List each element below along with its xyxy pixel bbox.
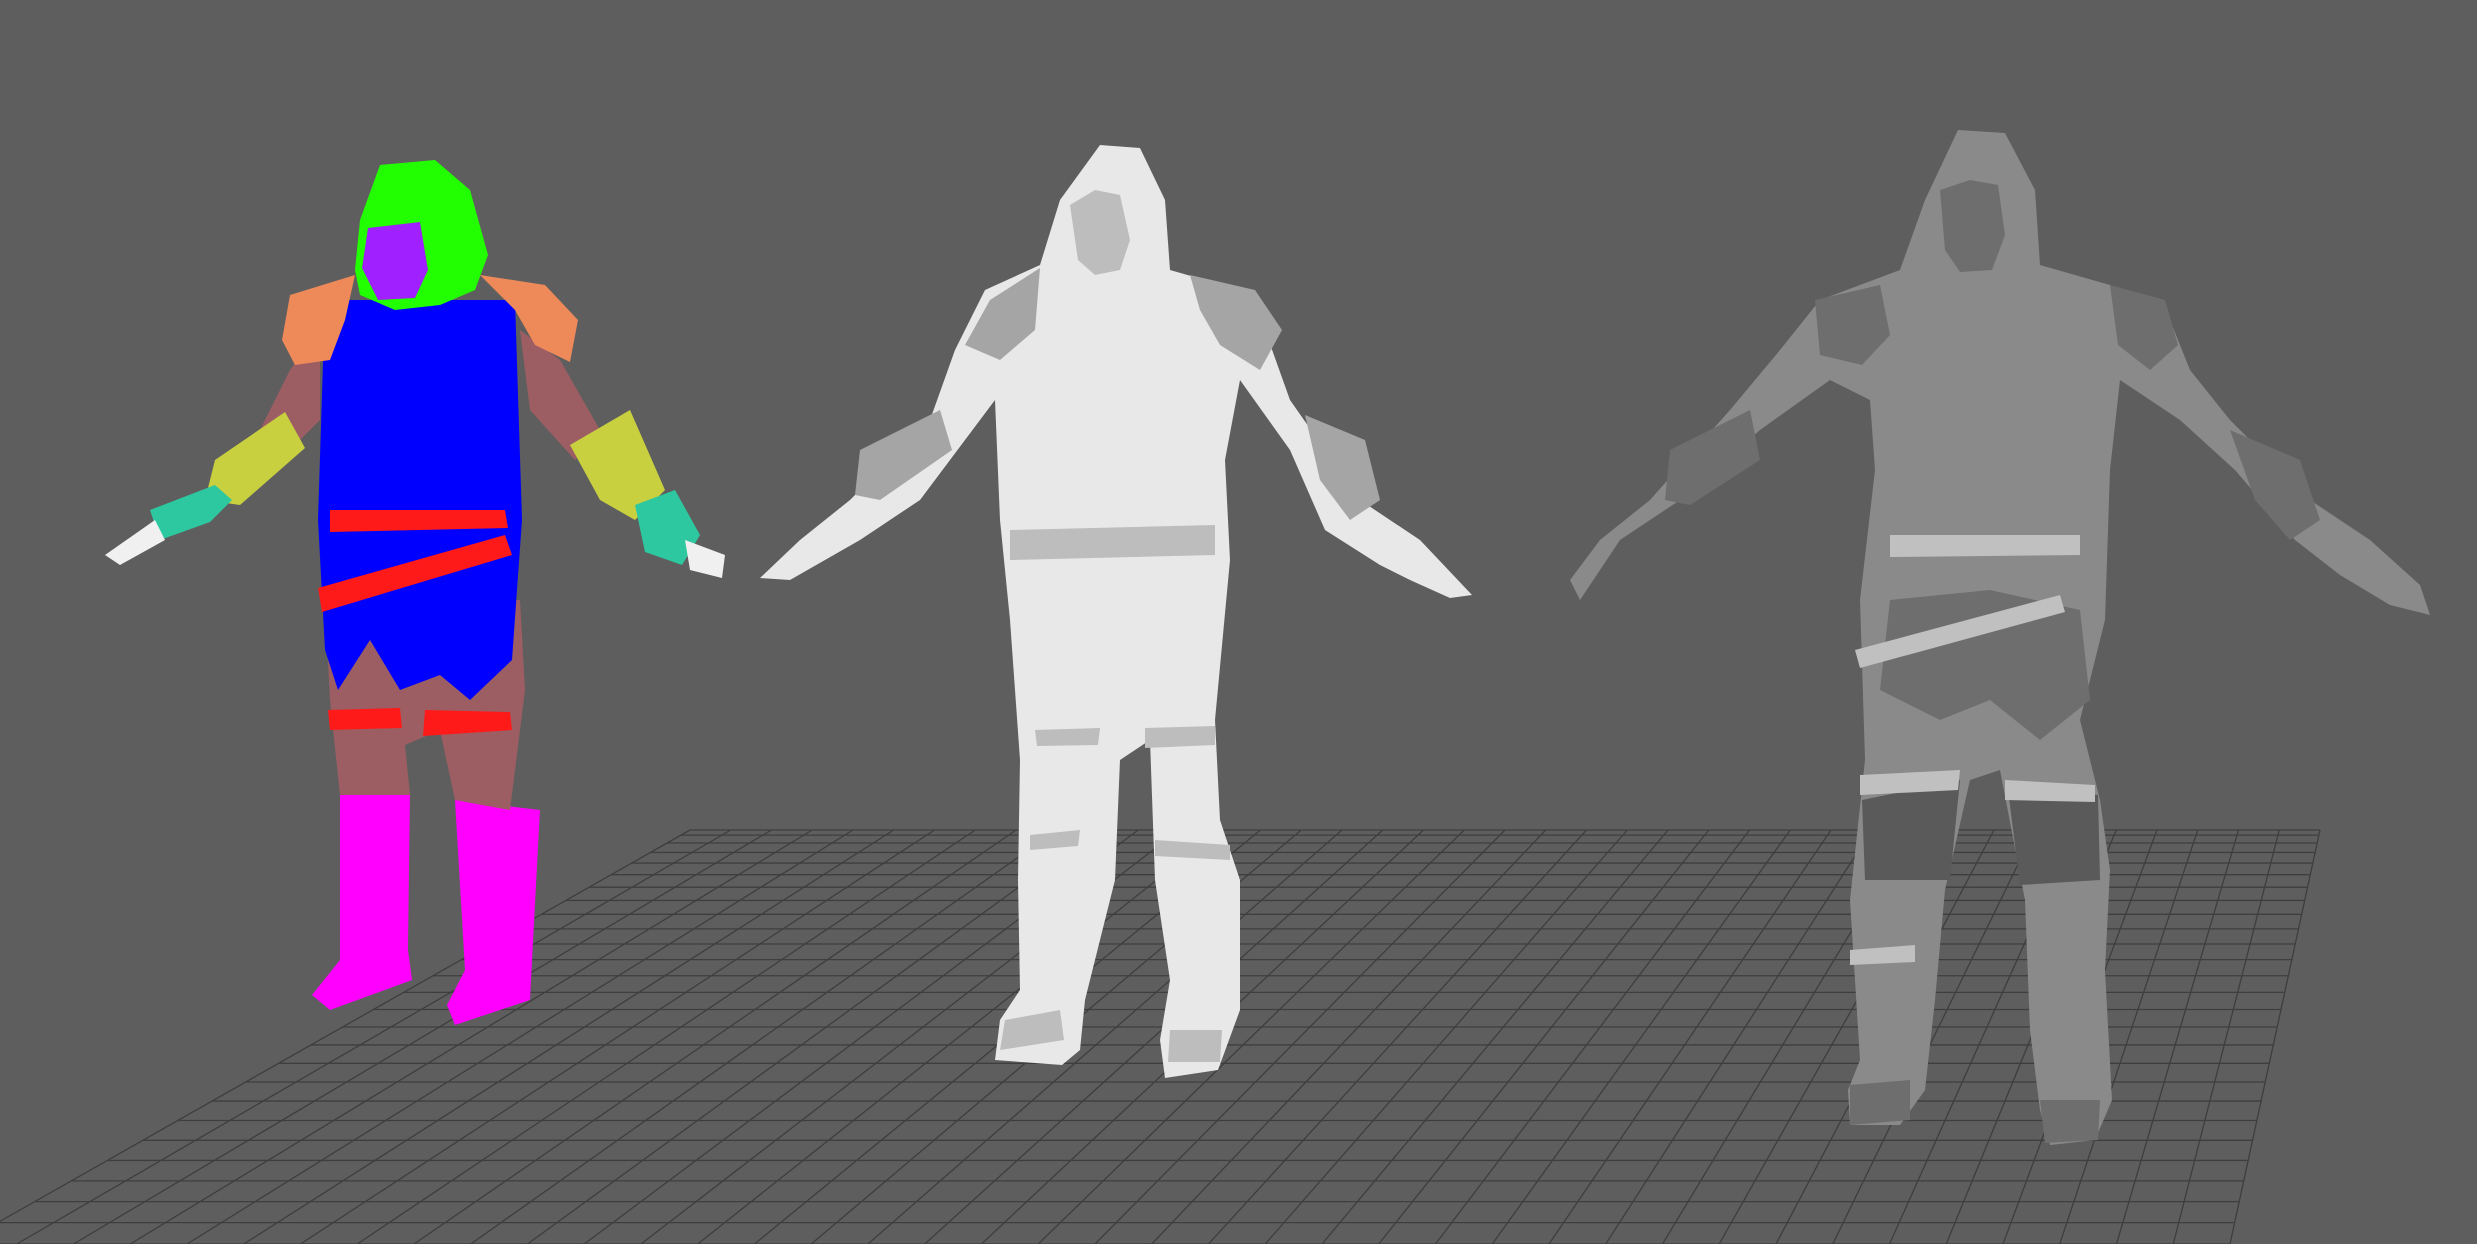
3d-viewport[interactable] [0,0,2477,1244]
model-part-fingertips [105,520,165,565]
viewport-canvas[interactable] [0,0,2477,1244]
grid-line [1321,829,1669,1244]
grid-line [1548,829,1832,1244]
grid-line [2229,829,2321,1244]
model-part-legs [2008,790,2100,885]
grid-line [1605,829,1873,1244]
model-part-body [760,145,1472,1078]
grid-line [1094,829,1506,1244]
grid-line [1378,829,1710,1244]
grid-line [1208,829,1587,1244]
model-part-tunic [318,300,522,700]
model-part-shade [1145,726,1215,748]
model-part-shade [1168,1030,1222,1062]
grid-line [1264,829,1628,1244]
model-part-shade [2230,430,2320,540]
character-model-white-clay[interactable] [760,145,1472,1078]
model-part-gloves [150,485,232,540]
model-part-shade [1035,728,1100,746]
model-part-fingertips [685,540,725,578]
model-part-boots [312,792,412,1010]
model-part-boots [447,800,540,1025]
model-part-shade [2040,1100,2100,1143]
model-part-shade [1850,1080,1910,1125]
grid-line [1434,829,1751,1244]
model-part-shade [1665,410,1760,505]
character-model-color-id[interactable] [105,160,725,1025]
grid-line [697,829,1221,1244]
grid-line [1491,829,1791,1244]
model-part-belts [328,708,402,730]
grid-line [2172,829,2280,1244]
grid-line [924,829,1384,1244]
model-part-shade [1010,525,1215,560]
grid-line [470,829,1058,1244]
model-part-edge [1890,535,2080,557]
